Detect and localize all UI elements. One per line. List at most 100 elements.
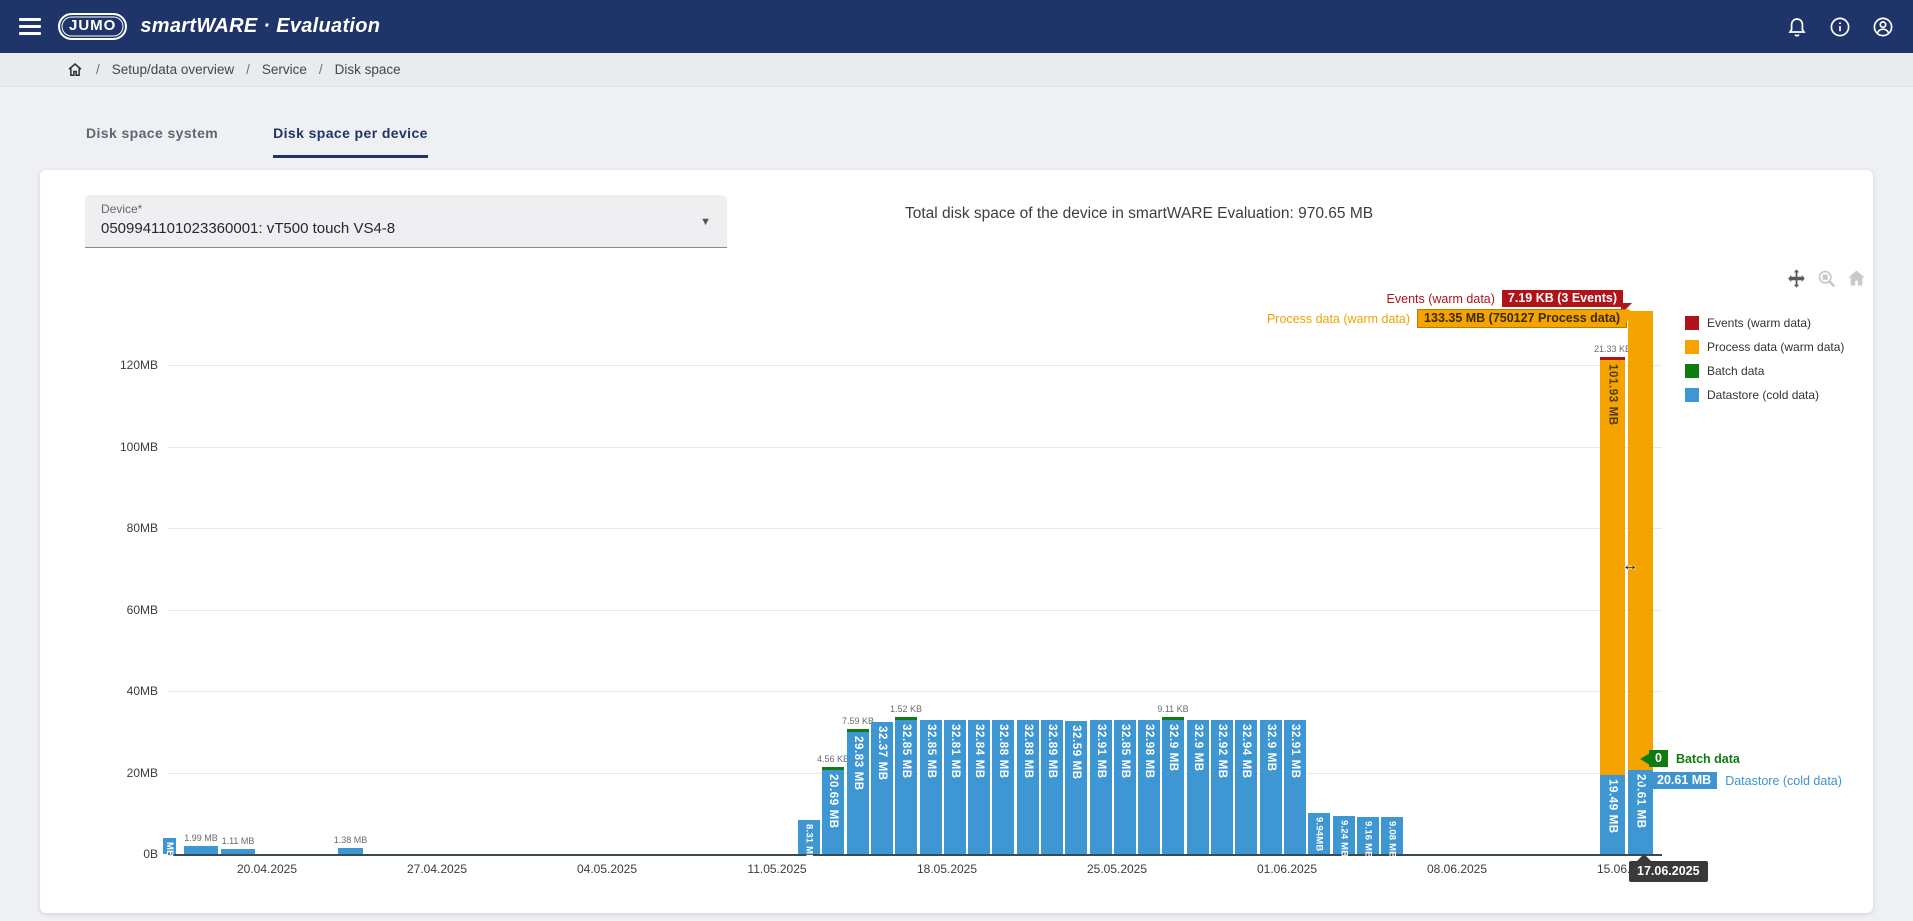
tab-disk-space-system[interactable]: Disk space system xyxy=(86,125,218,158)
legend-item[interactable]: Process data (warm data) xyxy=(1685,340,1844,354)
legend-item[interactable]: Events (warm data) xyxy=(1685,316,1844,330)
pan-icon[interactable] xyxy=(1786,268,1807,289)
breadcrumb-item-setup[interactable]: Setup/data overview xyxy=(112,62,234,77)
process-callout: Process data (warm data) 133.35 MB (7501… xyxy=(1267,309,1627,328)
x-axis-tick-label: 11.05.2025 xyxy=(747,862,806,876)
process-callout-pointer xyxy=(1626,308,1638,322)
legend-label: Events (warm data) xyxy=(1707,316,1811,330)
menu-icon[interactable] xyxy=(19,18,41,35)
gridline xyxy=(168,528,1662,529)
bar-datastore-segment[interactable] xyxy=(221,849,255,854)
bar-batch-cap[interactable] xyxy=(895,717,917,720)
bar-datastore-segment[interactable]: 32.88 MB xyxy=(1017,720,1039,854)
bar-datastore-segment[interactable]: MB xyxy=(163,838,176,854)
bar-value-label: 32.91 MB xyxy=(1095,724,1107,779)
bar-datastore-segment[interactable]: 9.16 MB xyxy=(1357,817,1379,854)
info-icon[interactable] xyxy=(1828,15,1852,39)
bar-value-label: 9.08 MB xyxy=(1387,821,1398,858)
bar-datastore-segment[interactable]: 19.49 MB xyxy=(1600,775,1625,854)
bar-value-label: 32.84 MB xyxy=(973,724,985,779)
x-axis-line xyxy=(168,854,1662,856)
bar-datastore-segment[interactable]: 32.98 MB xyxy=(1138,720,1160,854)
bar-datastore-segment[interactable]: 32.59 MB xyxy=(1065,721,1087,854)
process-callout-label: Process data (warm data) xyxy=(1267,312,1410,326)
bar-datastore-segment[interactable]: 32.89 MB xyxy=(1041,720,1063,854)
bar-datastore-segment[interactable]: 9.08 MB xyxy=(1381,817,1403,854)
legend-item[interactable]: Datastore (cold data) xyxy=(1685,388,1844,402)
chevron-down-icon[interactable]: ▼ xyxy=(700,216,711,228)
datastore-callout: 20.61 MB Datastore (cold data) xyxy=(1651,772,1842,789)
bar-datastore-segment[interactable]: 32.84 MB xyxy=(968,720,990,854)
legend-swatch xyxy=(1685,388,1699,402)
bar-datastore-segment[interactable]: 9.24 MB xyxy=(1333,816,1355,854)
breadcrumb-separator: / xyxy=(246,62,250,77)
bar-datastore-segment[interactable]: 32.9 MB xyxy=(1187,720,1209,854)
x-axis-tick-label: 18.05.2025 xyxy=(917,862,977,876)
bar-value-label: 19.49 MB xyxy=(1607,779,1619,834)
bar-datastore-segment[interactable]: 32.9 MB xyxy=(1260,720,1282,854)
legend-swatch xyxy=(1685,340,1699,354)
bar-value-label: 32.89 MB xyxy=(1046,724,1058,779)
jumo-logo: JUMO xyxy=(58,13,127,40)
bar-value-label: 32.59 MB xyxy=(1070,725,1082,780)
bar-datastore-segment[interactable]: 32.81 MB xyxy=(944,720,966,854)
reset-home-icon[interactable] xyxy=(1846,268,1867,289)
chart-legend: Events (warm data) Process data (warm dat… xyxy=(1685,316,1844,412)
events-callout-label: Events (warm data) xyxy=(1387,292,1495,306)
gridline xyxy=(168,365,1662,366)
bar-datastore-segment[interactable] xyxy=(184,846,218,854)
bar-batch-cap[interactable] xyxy=(822,767,844,770)
bar-datastore-segment[interactable]: 32.88 MB xyxy=(992,720,1014,854)
breadcrumb-separator: / xyxy=(319,62,323,77)
bar-batch-cap[interactable] xyxy=(1162,717,1184,720)
home-icon[interactable] xyxy=(66,61,84,79)
bar-value-label: 9.94MB xyxy=(1314,817,1325,851)
y-axis-tick-label: 80MB xyxy=(98,521,158,535)
y-axis-tick-label: 40MB xyxy=(98,684,158,698)
total-disk-space-text: Total disk space of the device in smartW… xyxy=(905,205,1373,223)
bar-datastore-segment[interactable]: 8.31 MB xyxy=(798,820,820,854)
breadcrumb: / Setup/data overview / Service / Disk s… xyxy=(0,53,1913,87)
x-axis-tick-label: 20.04.2025 xyxy=(237,862,297,876)
y-axis-tick-label: 120MB xyxy=(98,358,158,372)
bar-datastore-segment[interactable]: 32.85 MB xyxy=(895,720,917,854)
device-select-value: 0509941101023360001: vT500 touch VS4-8 xyxy=(101,220,395,237)
bar-datastore-segment[interactable]: 32.92 MB xyxy=(1211,720,1233,854)
bar-events-cap[interactable] xyxy=(1600,357,1625,360)
bar-datastore-segment[interactable]: 32.9 MB xyxy=(1162,720,1184,854)
device-select[interactable]: Device* 0509941101023360001: vT500 touch… xyxy=(85,195,727,248)
legend-item[interactable]: Batch data xyxy=(1685,364,1844,378)
bar-datastore-segment[interactable]: 9.94MB xyxy=(1308,813,1330,854)
events-callout: Events (warm data) 7.19 KB (3 Events) xyxy=(1387,290,1623,307)
datastore-callout-value: 20.61 MB xyxy=(1651,772,1717,789)
bar-batch-cap[interactable] xyxy=(847,729,869,732)
bar-datastore-segment[interactable]: 32.91 MB xyxy=(1284,720,1306,854)
tab-disk-space-per-device[interactable]: Disk space per device xyxy=(273,125,428,158)
account-icon[interactable] xyxy=(1871,15,1895,39)
bar-value-label: 29.83 MB xyxy=(852,736,864,791)
tab-bar: Disk space system Disk space per device xyxy=(86,125,428,158)
bar-datastore-segment[interactable] xyxy=(338,848,363,854)
bar-value-label: 32.9 MB xyxy=(1167,724,1179,772)
breadcrumb-item-service[interactable]: Service xyxy=(262,62,307,77)
y-axis-tick-label: 60MB xyxy=(98,603,158,617)
bar-datastore-segment[interactable]: 20.69 MB xyxy=(822,770,844,854)
events-callout-value: 7.19 KB (3 Events) xyxy=(1502,290,1623,307)
breadcrumb-item-disk-space[interactable]: Disk space xyxy=(335,62,401,77)
bar-datastore-segment[interactable]: 29.83 MB xyxy=(847,732,869,854)
bar-datastore-segment[interactable]: 32.85 MB xyxy=(1114,720,1136,854)
bar-datastore-segment[interactable]: 32.91 MB xyxy=(1090,720,1112,854)
batch-callout: 0 Batch data xyxy=(1649,750,1740,767)
bar-top-label: 1.38 MB xyxy=(334,835,368,845)
notifications-bell-icon[interactable] xyxy=(1785,15,1809,39)
bar-datastore-segment[interactable]: 32.85 MB xyxy=(920,720,942,854)
bar-datastore-segment[interactable]: 32.94 MB xyxy=(1235,720,1257,854)
bar-process-segment[interactable] xyxy=(1628,311,1653,770)
gridline xyxy=(168,447,1662,448)
process-callout-value: 133.35 MB (750127 Process data) xyxy=(1417,309,1627,328)
bar-top-label: 9.11 KB xyxy=(1157,704,1188,714)
bar-datastore-segment[interactable]: 32.37 MB xyxy=(871,722,893,854)
bar-value-label: 32.85 MB xyxy=(925,724,937,779)
bar-value-label: MB xyxy=(164,842,175,857)
zoom-box-icon[interactable] xyxy=(1816,268,1837,289)
